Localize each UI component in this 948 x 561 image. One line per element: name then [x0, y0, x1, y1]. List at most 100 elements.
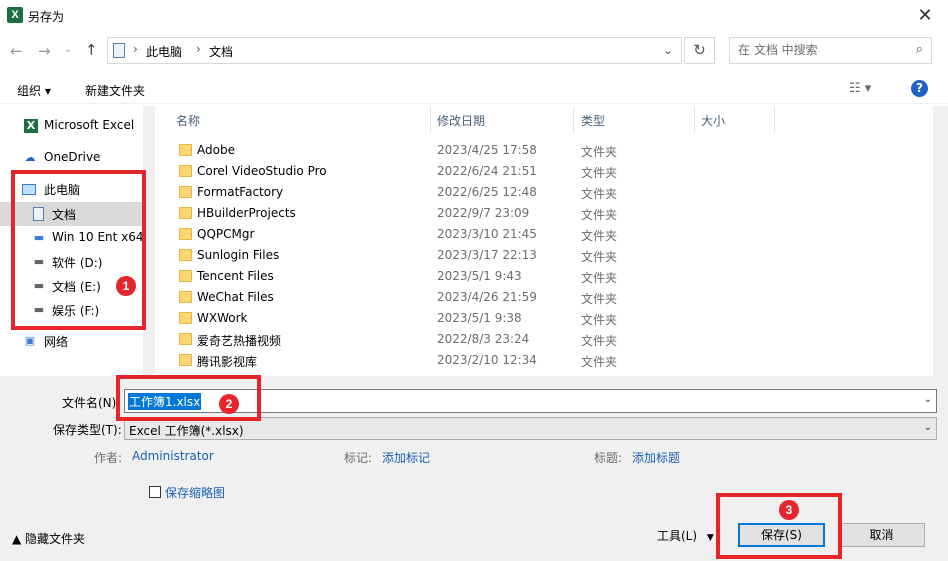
author-link[interactable]: Administrator: [132, 449, 214, 463]
file-row[interactable]: Corel VideoStudio Pro 2022/6/24 21:51 文件夹: [165, 161, 933, 182]
search-icon[interactable]: ⌕: [916, 42, 923, 57]
file-list-scrollbar[interactable]: [933, 106, 948, 376]
new-folder-button[interactable]: 新建文件夹: [85, 82, 145, 99]
refresh-button[interactable]: ↻: [684, 37, 715, 64]
folder-icon: [179, 312, 192, 324]
annotation-badge-1: 1: [116, 276, 136, 296]
file-name: 腾讯影视库: [197, 355, 258, 369]
column-size[interactable]: 大小: [701, 112, 725, 129]
folder-icon: [179, 270, 192, 282]
search-input[interactable]: [738, 43, 908, 57]
file-date: 2023/3/17 22:13: [437, 248, 537, 262]
excel-app-icon: X: [7, 7, 23, 23]
close-icon[interactable]: ✕: [910, 3, 940, 29]
chevron-down-icon: ▼: [706, 533, 714, 543]
help-icon[interactable]: ?: [911, 80, 928, 97]
file-name: FormatFactory: [197, 185, 284, 199]
file-type: 文件夹: [581, 334, 618, 348]
file-date: 2023/5/1 9:43: [437, 269, 522, 283]
annotation-badge-2: 2: [219, 394, 239, 414]
file-row[interactable]: QQPCMgr 2023/3/10 21:45 文件夹: [165, 224, 933, 245]
column-divider[interactable]: [694, 106, 695, 133]
file-date: 2023/3/10 21:45: [437, 227, 537, 241]
file-date: 2023/4/26 21:59: [437, 290, 537, 304]
file-row[interactable]: Tencent Files 2023/5/1 9:43 文件夹: [165, 266, 933, 287]
tags-label: 标记:: [344, 451, 373, 465]
column-header: ⌃ 名称 修改日期 类型 大小: [165, 106, 933, 133]
annotation-box-save: [716, 493, 842, 559]
file-type: 文件夹: [581, 250, 618, 264]
sidebar-item-label: OneDrive: [44, 150, 101, 164]
file-list: ⌃ 名称 修改日期 类型 大小 Adobe 2023/4/25 17:58 文件夹 C…: [165, 106, 933, 376]
breadcrumb-documents[interactable]: 文档: [209, 43, 233, 60]
chevron-down-icon[interactable]: ⌄: [924, 394, 932, 405]
savetype-label: 保存类型(T):: [53, 423, 122, 437]
file-name: QQPCMgr: [197, 227, 255, 241]
file-type: 文件夹: [581, 355, 618, 369]
file-type: 文件夹: [581, 292, 618, 306]
column-divider[interactable]: [430, 106, 431, 133]
file-type: 文件夹: [581, 208, 618, 222]
folder-icon: [179, 207, 192, 219]
save-thumbnail-label[interactable]: 保存缩略图: [165, 484, 225, 501]
folder-icon: [179, 333, 192, 345]
file-name: Sunlogin Files: [197, 248, 280, 262]
organize-button[interactable]: 组织 ▾: [17, 82, 51, 99]
file-row[interactable]: FormatFactory 2022/6/25 12:48 文件夹: [165, 182, 933, 203]
file-name: Adobe: [197, 143, 235, 157]
back-arrow-icon[interactable]: ←: [10, 42, 23, 60]
file-type: 文件夹: [581, 313, 618, 327]
column-name[interactable]: 名称: [176, 112, 200, 129]
file-name: Tencent Files: [197, 269, 274, 283]
file-row[interactable]: 爱奇艺热播视频 2022/8/3 23:24 文件夹: [165, 329, 933, 350]
cancel-button[interactable]: 取消: [838, 523, 925, 547]
file-row[interactable]: HBuilderProjects 2022/9/7 23:09 文件夹: [165, 203, 933, 224]
tools-button[interactable]: 工具(L) ▼: [657, 527, 714, 544]
file-row[interactable]: Adobe 2023/4/25 17:58 文件夹: [165, 140, 933, 161]
view-options-icon[interactable]: ☷ ▾: [849, 81, 871, 96]
sort-ascending-icon: ⌃: [296, 106, 304, 113]
filename-label: 文件名(N):: [62, 396, 121, 410]
hide-folders-button[interactable]: ▲ 隐藏文件夹: [12, 530, 85, 547]
column-divider[interactable]: [774, 106, 775, 133]
file-date: 2022/8/3 23:24: [437, 332, 530, 346]
save-thumbnail-checkbox[interactable]: [149, 486, 161, 498]
file-type: 文件夹: [581, 145, 618, 159]
title-bar: X 另存为 ✕: [0, 0, 948, 34]
chevron-down-icon[interactable]: ⌄: [663, 43, 673, 57]
window-title: 另存为: [28, 10, 65, 24]
add-tags-link[interactable]: 添加标记: [382, 449, 430, 466]
breadcrumb-this-pc[interactable]: 此电脑: [146, 43, 182, 60]
folder-icon: [179, 144, 192, 156]
search-box[interactable]: ⌕: [729, 37, 932, 64]
file-row[interactable]: 腾讯影视库 2023/2/10 12:34 文件夹: [165, 350, 933, 371]
chevron-down-icon[interactable]: ⌄: [924, 422, 932, 433]
forward-arrow-icon[interactable]: →: [38, 42, 51, 60]
up-arrow-icon[interactable]: ↑: [85, 41, 98, 59]
address-bar[interactable]: › 此电脑 › 文档 ⌄: [107, 37, 682, 64]
folder-icon: [179, 228, 192, 240]
annotation-box-filename: [116, 375, 261, 421]
folder-icon: [179, 249, 192, 261]
sidebar-item-onedrive[interactable]: ☁ OneDrive: [0, 146, 143, 170]
file-row[interactable]: WXWork 2023/5/1 9:38 文件夹: [165, 308, 933, 329]
column-divider[interactable]: [573, 106, 574, 133]
recent-dropdown-icon[interactable]: ⌄: [64, 44, 72, 55]
file-date: 2023/4/25 17:58: [437, 143, 537, 157]
excel-icon: X: [24, 119, 38, 133]
sidebar-item-microsoft-excel[interactable]: X Microsoft Excel: [0, 114, 143, 138]
breadcrumb-separator-icon: ›: [133, 42, 138, 56]
file-date: 2022/6/24 21:51: [437, 164, 537, 178]
file-row[interactable]: WeChat Files 2023/4/26 21:59 文件夹: [165, 287, 933, 308]
file-name: WXWork: [197, 311, 248, 325]
annotation-badge-3: 3: [779, 500, 799, 520]
sidebar-item-network[interactable]: ▣ 网络: [0, 329, 143, 353]
column-type[interactable]: 类型: [581, 112, 605, 129]
file-name: HBuilderProjects: [197, 206, 296, 220]
document-location-icon: [113, 43, 125, 58]
add-title-link[interactable]: 添加标题: [632, 449, 680, 466]
file-date: 2023/5/1 9:38: [437, 311, 522, 325]
file-row[interactable]: Sunlogin Files 2023/3/17 22:13 文件夹: [165, 245, 933, 266]
column-date[interactable]: 修改日期: [437, 112, 485, 129]
sidebar-item-label: 网络: [44, 335, 69, 349]
